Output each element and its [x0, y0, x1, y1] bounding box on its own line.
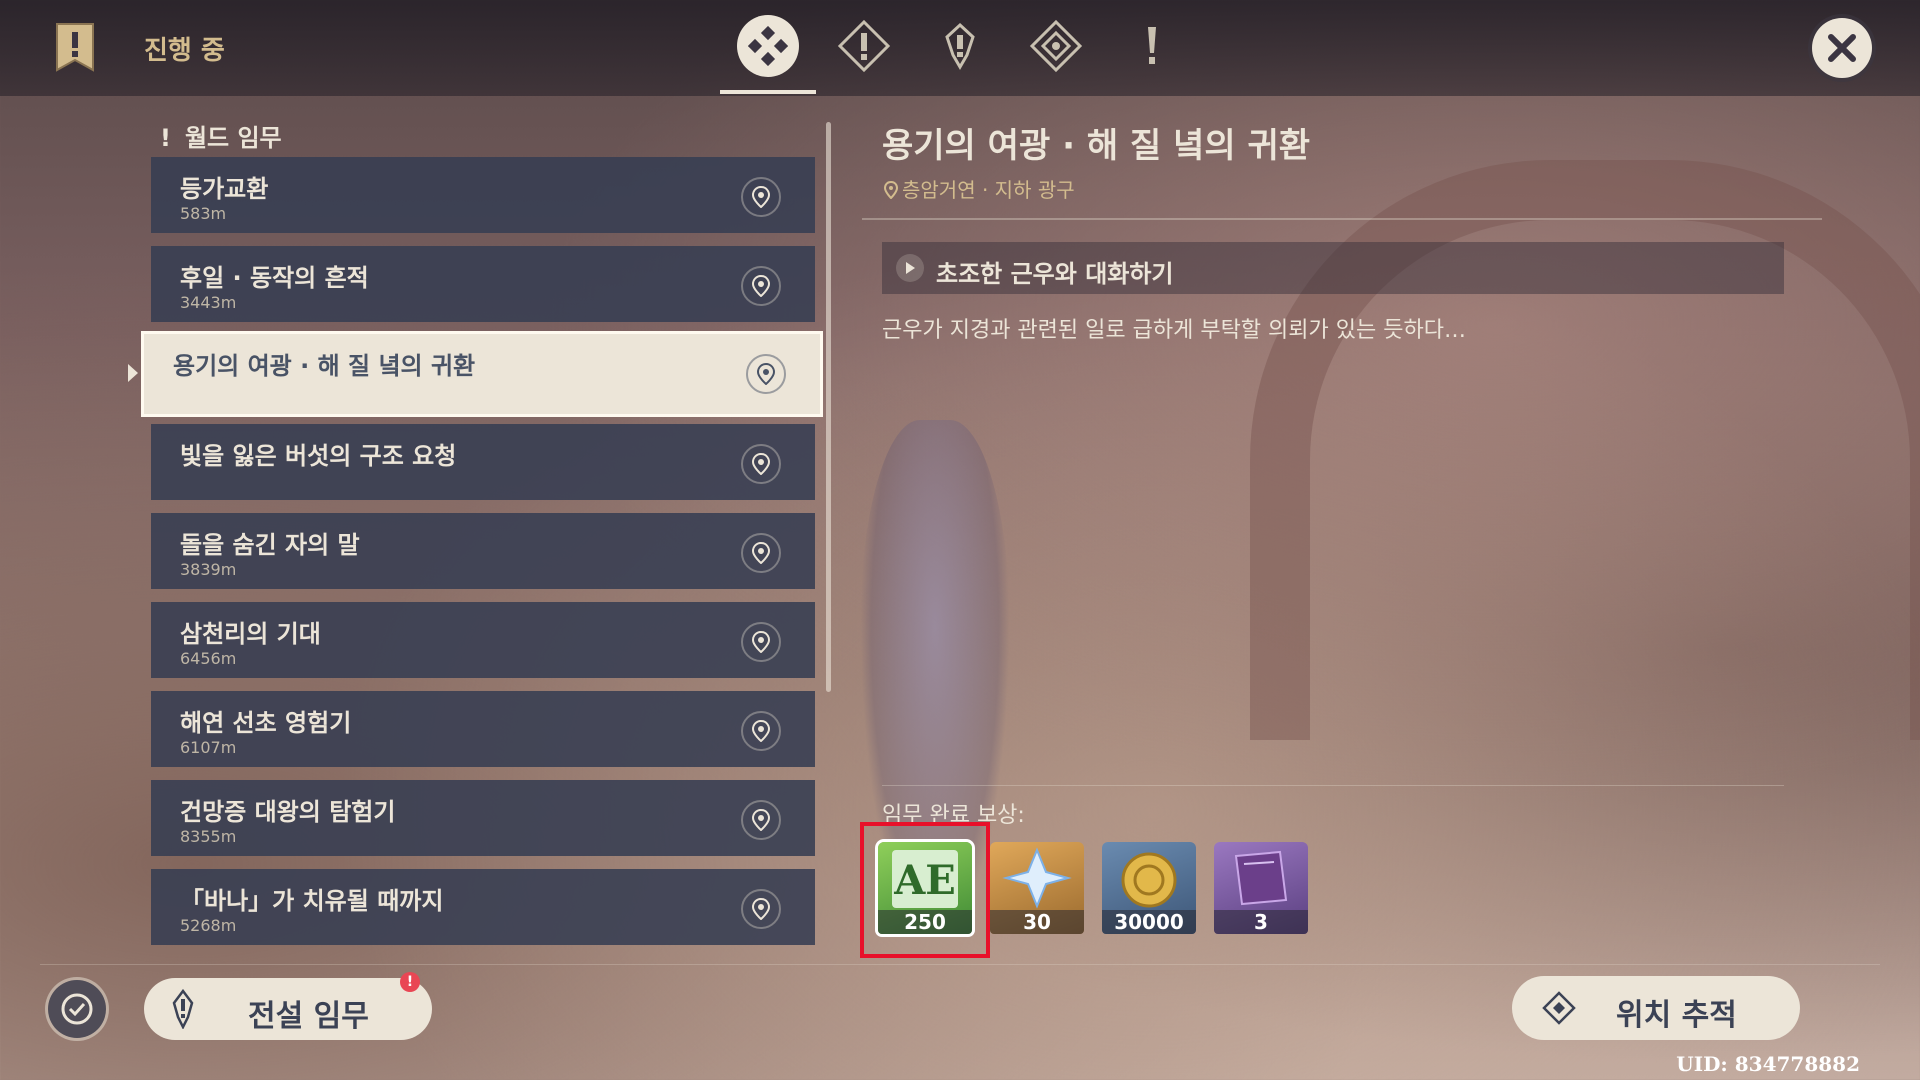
primogem-icon: [1002, 847, 1072, 909]
reward-count: 30: [990, 910, 1084, 934]
story-quest-icon: [945, 22, 975, 70]
location-pin-icon: [752, 631, 770, 653]
tab-all[interactable]: [736, 14, 800, 78]
close-button[interactable]: [1812, 18, 1872, 78]
quest-name: 돌을 숨긴 자의 말: [180, 531, 360, 559]
legend-quest-icon: [172, 989, 194, 1029]
archon-quest-icon: [837, 19, 891, 73]
legend-quest-button[interactable]: 전설 임무 !: [144, 972, 432, 1040]
quest-list-item-selected[interactable]: 용기의 여광 · 해 질 녘의 귀환: [144, 334, 820, 414]
history-check-icon: [61, 993, 93, 1025]
selected-indicator-icon: [128, 364, 138, 382]
reward-count: 3: [1214, 910, 1308, 934]
quest-category-header: ! 월드 임무: [160, 118, 282, 153]
close-icon: [1828, 34, 1856, 62]
quest-name: 건망증 대왕의 탐험기: [180, 798, 396, 826]
track-diamond-icon: [1542, 991, 1576, 1025]
location-label: 층암거연 · 지하 광구: [902, 178, 1075, 202]
all-quests-icon: [748, 26, 788, 66]
reward-primogem[interactable]: 30: [990, 842, 1084, 934]
tab-archon[interactable]: [832, 14, 896, 78]
quest-distance: 8355m: [180, 827, 237, 846]
quest-name: 「바나」가 치유될 때까지: [180, 887, 444, 915]
quest-list-item[interactable]: 빛을 잃은 버섯의 구조 요청: [151, 424, 815, 500]
navigate-pin-button[interactable]: [741, 533, 781, 573]
quest-name: 해연 선초 영험기: [180, 709, 352, 737]
quest-distance: 6456m: [180, 649, 237, 668]
quest-objective: 초조한 근우와 대화하기: [882, 242, 1784, 294]
quest-name: 빛을 잃은 버섯의 구조 요청: [180, 442, 457, 470]
location-pin-icon: [752, 275, 770, 297]
reward-mora[interactable]: 30000: [1102, 842, 1196, 934]
objective-arrow-icon: [896, 254, 924, 282]
location-pin-icon: [752, 720, 770, 742]
top-bar: 진행 중: [0, 0, 1920, 96]
quest-list-scrollbar[interactable]: [826, 122, 831, 692]
quest-distance: 5268m: [180, 916, 237, 935]
quest-list-item[interactable]: 돌을 숨긴 자의 말 3839m: [151, 513, 815, 589]
quest-list-item[interactable]: 후일 · 동작의 흔적 3443m: [151, 246, 815, 322]
quest-name: 후일 · 동작의 흔적: [180, 264, 369, 292]
reward-book[interactable]: 3: [1214, 842, 1308, 934]
location-pin-icon: [752, 186, 770, 208]
footer-divider: [40, 964, 1880, 965]
book-icon: [1234, 850, 1288, 906]
quest-distance: 6107m: [180, 738, 237, 757]
quest-distance: 3443m: [180, 293, 237, 312]
completed-quests-button[interactable]: [48, 980, 106, 1038]
navigate-pin-button[interactable]: [746, 354, 786, 394]
quest-name: 용기의 여광 · 해 질 녘의 귀환: [173, 352, 476, 380]
quest-list-item[interactable]: 삼천리의 기대 6456m: [151, 602, 815, 678]
quest-distance: 3839m: [180, 560, 237, 579]
tab-commission[interactable]: [1024, 14, 1088, 78]
quest-list-item[interactable]: 건망증 대왕의 탐험기 8355m: [151, 780, 815, 856]
reward-divider: [882, 785, 1784, 786]
quest-location: 층암거연 · 지하 광구: [883, 174, 1075, 203]
world-quest-mark-icon: !: [160, 124, 171, 152]
legend-quest-label: 전설 임무: [248, 999, 369, 1034]
quest-list-item[interactable]: 등가교환 583m: [151, 157, 815, 233]
category-label: 월드 임무: [184, 124, 282, 152]
reward-count: 30000: [1102, 910, 1196, 934]
commission-quest-icon: [1029, 19, 1083, 73]
highlight-box: [860, 822, 990, 958]
tab-world[interactable]: [1120, 14, 1184, 78]
notification-badge: !: [400, 972, 420, 992]
active-tab-indicator: [720, 90, 816, 94]
track-location-button[interactable]: 위치 추적: [1512, 976, 1800, 1040]
track-location-label: 위치 추적: [1616, 998, 1737, 1033]
quest-name: 등가교환: [180, 175, 269, 203]
location-pin-icon: [757, 363, 775, 385]
quest-detail-title: 용기의 여광 · 해 질 녘의 귀환: [882, 126, 1311, 166]
location-pin-icon: [883, 180, 899, 200]
detail-divider: [862, 218, 1822, 220]
quest-description: 근우가 지경과 관련된 일로 급하게 부탁할 의뢰가 있는 듯하다…: [882, 318, 1466, 343]
navigate-pin-button[interactable]: [741, 622, 781, 662]
page-title: 진행 중: [144, 36, 225, 66]
mora-icon: [1121, 852, 1177, 908]
tab-story[interactable]: [928, 14, 992, 78]
quest-banner-icon: [56, 23, 94, 72]
objective-text: 초조한 근우와 대화하기: [936, 260, 1174, 288]
location-pin-icon: [752, 898, 770, 920]
quest-list-item[interactable]: 「바나」가 치유될 때까지 5268m: [151, 869, 815, 945]
navigate-pin-button[interactable]: [741, 177, 781, 217]
navigate-pin-button[interactable]: [741, 711, 781, 751]
navigate-pin-button[interactable]: [741, 266, 781, 306]
location-pin-icon: [752, 542, 770, 564]
location-pin-icon: [752, 809, 770, 831]
navigate-pin-button[interactable]: [741, 444, 781, 484]
navigate-pin-button[interactable]: [741, 800, 781, 840]
location-pin-icon: [752, 453, 770, 475]
player-uid: UID: 834778882: [1676, 1052, 1860, 1076]
quest-distance: 583m: [180, 204, 227, 223]
quest-list-item[interactable]: 해연 선초 영험기 6107m: [151, 691, 815, 767]
navigate-pin-button[interactable]: [741, 889, 781, 929]
quest-name: 삼천리의 기대: [180, 620, 321, 648]
world-quest-icon: [1148, 27, 1156, 64]
